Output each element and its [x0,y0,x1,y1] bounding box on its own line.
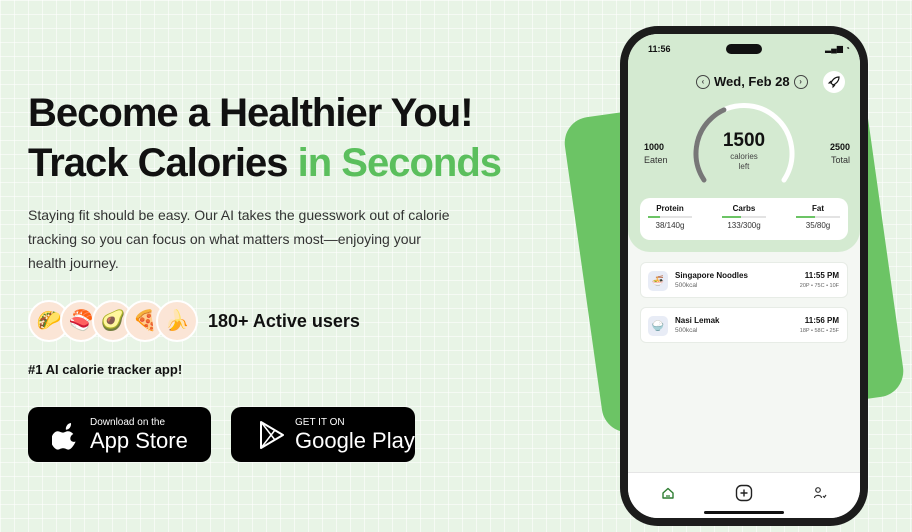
macro-fat: Fat 35/80g [796,198,840,240]
phone-screen: 11:56 ▂▄▆ ◔ ‹ Wed, Feb 28 › 1500 calorie… [628,34,860,518]
apple-icon [52,422,76,450]
prev-day-icon[interactable]: ‹ [696,74,710,89]
left-label: left [738,162,750,171]
macro-name: Carbs [732,204,756,213]
hero-title-black: Track Calories [28,141,288,185]
macro-bar-fill [648,216,660,218]
total-value: 2500 [829,142,850,152]
calories-label: calories [730,152,758,161]
next-day-icon[interactable]: › [793,74,808,89]
hero-title-green: in Seconds [297,141,502,185]
add-icon[interactable] [734,483,754,503]
macro-bar [648,216,692,218]
macro-bar [722,216,766,218]
macro-name: Fat [812,204,824,213]
status-time: 11:56 [648,44,671,54]
macro-name: Protein [656,204,684,213]
calorie-summary: 11:56 ▂▄▆ ◔ ‹ Wed, Feb 28 › 1500 calorie… [628,34,860,252]
meal-card[interactable]: 🍚 Nasi Lemak 500kcal 11:56 PM 18P • 58C … [640,307,848,343]
dynamic-island [726,44,762,54]
meal-time: 11:55 PM [804,271,839,280]
total-label: Total [830,155,850,165]
phone-mockup: 11:56 ▂▄▆ ◔ ‹ Wed, Feb 28 › 1500 calorie… [620,26,868,526]
signal-battery-icon: ▂▄▆ ◔ [824,44,850,53]
meal-macros: 20P • 75C • 10F [799,283,839,289]
meal-card[interactable]: 🍜 Singapore Noodles 500kcal 11:55 PM 20P… [640,262,848,298]
app-store-big-text: App Store [90,427,188,453]
macro-protein: Protein 38/140g [648,198,692,240]
play-triangle-icon [260,420,284,449]
meal-kcal: 500kcal [675,282,698,289]
date-selector: ‹ Wed, Feb 28 › [692,74,812,89]
meal-time: 11:56 PM [804,316,839,325]
app-store-button[interactable]: Download on the App Store [28,407,211,462]
macro-value: 38/140g [655,221,685,230]
app-store-small-text: Download on the [90,416,166,428]
macros-card: Protein 38/140g Carbs 133/300g Fat 35/80… [640,198,848,240]
noodles-icon: 🍜 [648,271,668,291]
meal-kcal: 500kcal [675,327,698,334]
date-label: Wed, Feb 28 [714,74,790,89]
macro-bar [796,216,840,218]
tagline: #1 AI calorie tracker app! [28,362,183,377]
bottom-tab-bar [628,472,860,518]
macro-value: 35/80g [805,221,831,230]
meal-name: Nasi Lemak [675,316,720,325]
google-play-button[interactable]: GET IT ON Google Play [231,407,415,462]
profile-icon[interactable] [810,483,830,503]
rice-dish-icon: 🍚 [648,316,668,336]
meal-name: Singapore Noodles [675,271,748,280]
hero-title-line1: Become a Healthier You! [28,91,474,135]
active-users: 🌮 🍣 🥑 🍕 🍌 180+ Active users [28,300,360,342]
rocket-icon[interactable] [823,71,845,93]
macro-bar-fill [722,216,742,218]
home-indicator [704,511,784,514]
active-users-label: 180+ Active users [208,310,360,331]
macro-value: 133/300g [727,221,761,230]
google-play-big-text: Google Play [295,427,415,453]
banana-avatar-icon: 🍌 [156,300,198,342]
meal-macros: 18P • 58C • 25F [799,328,839,334]
macro-carbs: Carbs 133/300g [722,198,766,240]
hero-title: Become a Healthier You! Track Calories i… [28,88,502,188]
eaten-label: Eaten [644,155,668,165]
hero-description: Staying fit should be easy. Our AI takes… [28,207,450,271]
eaten-value: 1000 [644,142,665,152]
macro-bar-fill [796,216,816,218]
google-play-small-text: GET IT ON [295,416,345,428]
home-icon[interactable] [658,483,678,503]
